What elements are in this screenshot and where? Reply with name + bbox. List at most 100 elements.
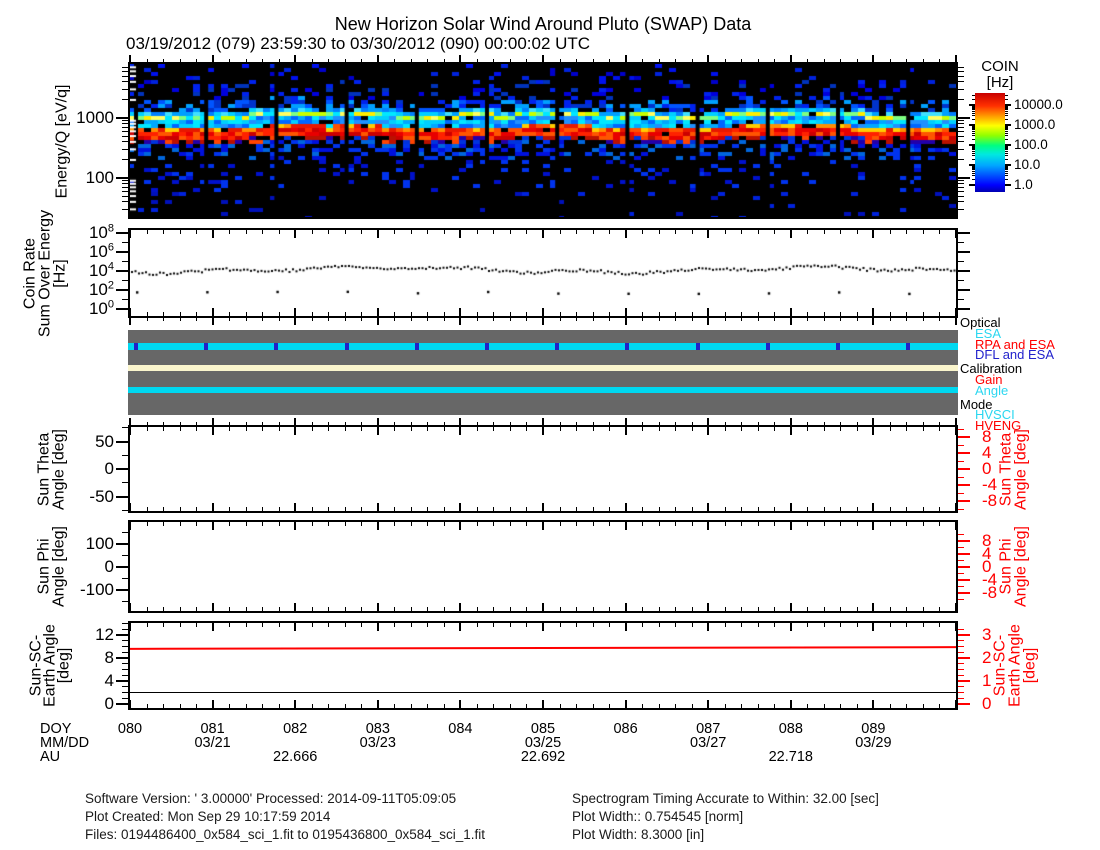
- axis-tick: [789, 427, 792, 435]
- colorbar-tick: [1005, 158, 1008, 160]
- axis-tick: [410, 318, 412, 321]
- axis-tick: [642, 522, 644, 526]
- axis-tick: [675, 522, 677, 526]
- colorbar-tick: [972, 146, 975, 148]
- axis-tick: [958, 81, 964, 83]
- axis-tick: [789, 318, 792, 325]
- axis-tick: [624, 55, 627, 62]
- axis-tick: [394, 522, 396, 526]
- axis-tick: [116, 680, 128, 682]
- axis-tick: [958, 476, 964, 478]
- legend-item: DFL and ESA: [975, 347, 1055, 363]
- axis-tick: [856, 522, 858, 526]
- axis-tick: [245, 427, 247, 431]
- axis-tick: [116, 495, 128, 498]
- axis-tick: [122, 674, 128, 676]
- axis-tick: [526, 507, 528, 511]
- axis-tick: [823, 318, 825, 321]
- axis-tick: [642, 312, 644, 316]
- axis-tick: [840, 623, 842, 627]
- axis-tick: [609, 704, 611, 708]
- colorbar-tick: [1005, 109, 1008, 111]
- axis-tick: [609, 318, 611, 321]
- axis-tick: [146, 422, 148, 425]
- axis-tick: [211, 308, 214, 316]
- colorbar-tick: [1005, 152, 1008, 154]
- mmdd-label: 03/27: [690, 735, 727, 751]
- colorbar-tick: [1005, 98, 1008, 100]
- axis-tick: [459, 230, 462, 238]
- colorbar-tick: [972, 125, 975, 127]
- axis-tick: [116, 251, 128, 253]
- tick-label: 0: [104, 694, 114, 713]
- axis-tick: [129, 427, 131, 435]
- axis-tick: [624, 427, 627, 435]
- axis-tick: [741, 230, 743, 234]
- colorbar-tick: [972, 151, 975, 153]
- axis-tick: [624, 623, 627, 631]
- axis-tick: [807, 607, 809, 611]
- axis-tick: [675, 507, 677, 511]
- axis-tick: [394, 318, 396, 321]
- axis-tick: [592, 427, 594, 431]
- axis-tick: [658, 522, 660, 526]
- footer-files: Files: 0194486400_0x584_sci_1.fit to 019…: [85, 827, 486, 842]
- axis-tick: [958, 692, 964, 693]
- axis-tick: [211, 603, 214, 611]
- axis-tick: [724, 623, 726, 627]
- axis-tick: [922, 230, 924, 234]
- axis-tick: [459, 55, 462, 62]
- axis-tick: [642, 422, 644, 425]
- colorbar-tick: [1005, 172, 1008, 174]
- axis-tick: [576, 704, 578, 708]
- axis-tick: [958, 180, 964, 182]
- axis-tick: [122, 628, 128, 630]
- axis-tick: [262, 623, 264, 627]
- colorbar-tick: [1005, 106, 1008, 108]
- au-label: 22.666: [273, 749, 318, 765]
- legend-item: Angle: [975, 382, 1009, 398]
- axis-tick: [592, 704, 594, 708]
- axis-tick: [958, 159, 964, 161]
- axis-tick: [757, 507, 759, 511]
- axis-tick: [245, 507, 247, 511]
- axis-tick: [675, 623, 677, 627]
- axis-tick: [609, 507, 611, 511]
- colorbar-tick: [1005, 108, 1008, 110]
- colorbar-tick: [972, 98, 975, 100]
- axis-tick: [922, 704, 924, 708]
- axis-tick: [741, 623, 743, 627]
- axis-tick: [526, 422, 528, 425]
- axis-tick: [889, 427, 891, 431]
- axis-tick: [163, 427, 165, 431]
- colorbar-tick: [972, 158, 975, 160]
- colorbar-tick: [1005, 112, 1008, 114]
- axis-tick: [459, 700, 462, 708]
- axis-tick: [196, 623, 198, 627]
- axis-tick: [823, 704, 825, 708]
- axis-tick: [122, 66, 128, 68]
- axis-tick: [122, 427, 128, 429]
- axis-tick: [741, 427, 743, 431]
- axis-tick: [642, 704, 644, 708]
- axis-tick: [129, 603, 131, 611]
- axis-tick: [129, 623, 131, 631]
- axis-tick: [122, 623, 128, 624]
- axis-tick: [724, 427, 726, 431]
- axis-tick: [116, 566, 128, 568]
- axis-tick: [958, 270, 970, 272]
- axis-tick: [807, 422, 809, 425]
- axis-tick: [741, 704, 743, 708]
- axis-tick: [958, 183, 964, 185]
- axis-tick: [642, 607, 644, 611]
- axis-tick: [493, 704, 495, 708]
- axis-tick: [958, 135, 964, 137]
- axis-tick: [789, 603, 792, 611]
- axis-tick: [707, 623, 710, 631]
- axis-tick: [906, 422, 908, 425]
- axis-tick: [675, 59, 677, 62]
- axis-tick: [129, 522, 131, 530]
- axis-tick: [592, 59, 594, 62]
- axis-tick: [958, 195, 964, 197]
- axis-tick: [958, 484, 970, 486]
